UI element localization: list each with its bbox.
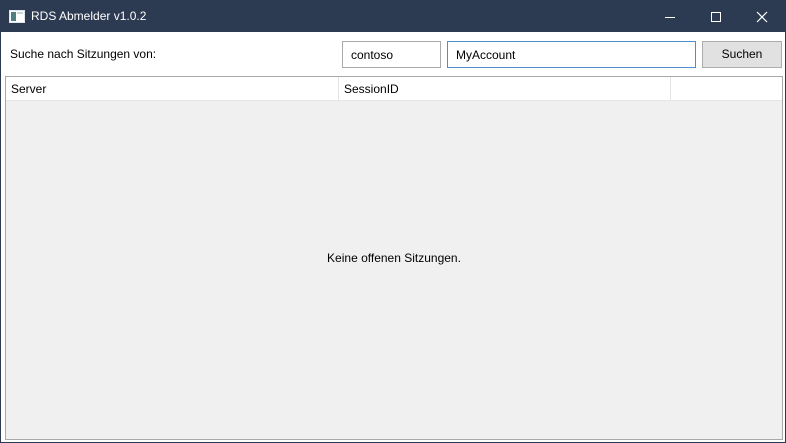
maximize-button[interactable] [693,1,739,32]
maximize-icon [711,11,721,22]
close-icon [756,11,768,22]
search-button[interactable]: Suchen [702,41,782,68]
column-header-sessionid[interactable]: SessionID [339,77,671,101]
window-title: RDS Abmelder v1.0.2 [31,9,147,23]
column-header-server[interactable]: Server [6,77,339,101]
close-button[interactable] [739,1,785,32]
minimize-button[interactable] [647,1,693,32]
column-header-filler[interactable] [671,77,782,101]
minimize-icon [665,16,675,18]
title-bar[interactable]: RDS Abmelder v1.0.2 [1,1,785,32]
domain-input[interactable] [342,41,441,68]
app-window-icon [9,10,25,23]
empty-list-message: Keine offenen Sitzungen. [327,251,461,265]
account-input[interactable] [447,41,696,68]
search-label: Suche nach Sitzungen von: [10,47,157,61]
app-window: RDS Abmelder v1.0.2 Suche nach Sitzungen… [0,0,786,443]
sessions-list[interactable]: Server SessionID Keine offenen Sitzungen… [5,76,783,440]
list-header: Server SessionID [6,77,782,101]
